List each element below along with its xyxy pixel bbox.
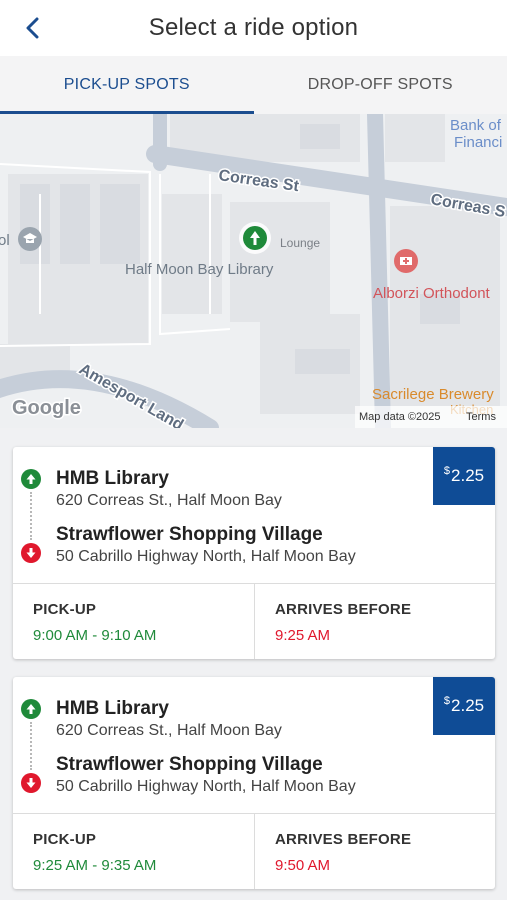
bank-label-line1: Bank of <box>450 117 502 134</box>
arrive-time: 9:25 AM <box>275 627 331 644</box>
chevron-left-icon <box>26 17 39 39</box>
app-header: Select a ride option <box>0 0 507 56</box>
price-badge: $2.25 <box>433 447 495 505</box>
dropoff-pin-icon <box>21 543 41 563</box>
route-connector <box>30 722 32 770</box>
arrive-time: 9:50 AM <box>275 857 331 874</box>
pickup-label: PICK-UP <box>33 831 97 848</box>
medical-icon <box>394 249 418 273</box>
origin-name: HMB Library <box>56 698 169 719</box>
lounge-label: Lounge <box>280 236 320 250</box>
tab-pickup-spots[interactable]: PICK-UP SPOTS <box>0 56 254 114</box>
origin-name: HMB Library <box>56 468 169 489</box>
bank-label-line2: Financi <box>454 134 502 151</box>
tab-dropoff-spots[interactable]: DROP-OFF SPOTS <box>254 56 507 114</box>
ride-option-card[interactable]: $2.25 HMB Library 620 Correas St., Half … <box>13 447 495 659</box>
ride-option-card[interactable]: $2.25 HMB Library 620 Correas St., Half … <box>13 677 495 889</box>
brewery-label: Sacrilege Brewery <box>372 386 494 403</box>
pickup-time: 9:00 AM - 9:10 AM <box>33 627 157 644</box>
school-label: ol <box>0 232 10 249</box>
origin-address: 620 Correas St., Half Moon Bay <box>56 722 282 739</box>
dropoff-pin-icon <box>21 773 41 793</box>
price-badge: $2.25 <box>433 677 495 735</box>
route-summary: HMB Library 620 Correas St., Half Moon B… <box>13 447 433 583</box>
route-connector <box>30 492 32 540</box>
library-map-marker[interactable] <box>239 222 271 254</box>
school-icon <box>18 227 42 251</box>
card-column-divider <box>254 813 255 889</box>
origin-address: 620 Correas St., Half Moon Bay <box>56 492 282 509</box>
pickup-time: 9:25 AM - 9:35 AM <box>33 857 157 874</box>
page-title: Select a ride option <box>148 14 359 41</box>
tab-bar: PICK-UP SPOTS DROP-OFF SPOTS <box>0 56 507 114</box>
map-terms-link[interactable]: Terms <box>466 411 496 423</box>
map-data-attribution: Map data ©2025 <box>359 411 441 423</box>
pickup-label: PICK-UP <box>33 601 97 618</box>
arrives-before-label: ARRIVES BEFORE <box>275 831 412 848</box>
map-view[interactable]: Correas St Correas S Amesport Land Loung… <box>0 114 507 428</box>
destination-name: Strawflower Shopping Village <box>56 754 323 775</box>
street-label-amesport: Amesport Land <box>76 361 186 428</box>
ortho-label: Alborzi Orthodont <box>373 285 491 302</box>
destination-name: Strawflower Shopping Village <box>56 524 323 545</box>
pickup-pin-icon <box>21 699 41 719</box>
destination-address: 50 Cabrillo Highway North, Half Moon Bay <box>56 778 356 795</box>
pickup-pin-icon <box>21 469 41 489</box>
destination-address: 50 Cabrillo Highway North, Half Moon Bay <box>56 548 356 565</box>
library-label: Half Moon Bay Library <box>125 261 274 278</box>
google-logo: Google <box>12 397 81 419</box>
back-button[interactable] <box>18 14 46 42</box>
route-summary: HMB Library 620 Correas St., Half Moon B… <box>13 677 433 813</box>
card-column-divider <box>254 583 255 659</box>
arrives-before-label: ARRIVES BEFORE <box>275 601 412 618</box>
